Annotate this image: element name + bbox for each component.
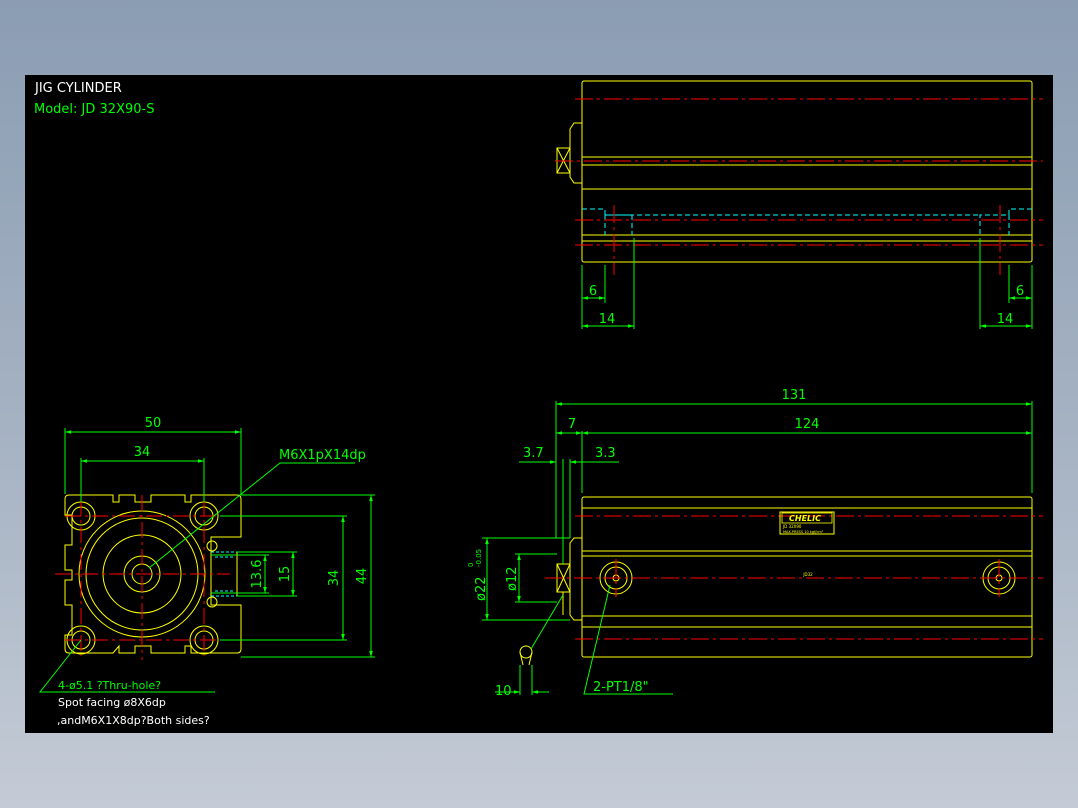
dim-14-left: 14: [599, 312, 616, 327]
drawing-title: JIG CYLINDER: [34, 81, 122, 96]
cad-viewport[interactable]: JIG CYLINDER Model: JD 32X90-S 6 14 6 14…: [25, 75, 1053, 733]
dim-14-right: 14: [997, 312, 1014, 327]
front-view: 50 34 44 34 15 13.6 M6X1pX14dp 4-ø5.1 ?T…: [38, 416, 375, 727]
port-callout: 2-PT1/8": [593, 680, 649, 695]
nameplate-pressure: MAX.PRESS 10 kgf/cm²: [783, 530, 824, 534]
note-line-1: 4-ø5.1 ?Thru-hole?: [58, 679, 161, 692]
dim-6-left: 6: [589, 284, 597, 299]
dim-34-vertical: 34: [327, 570, 342, 587]
note-line-3: ,andM6X1X8dp?Both sides?: [57, 714, 210, 727]
dim-15: 15: [278, 566, 293, 583]
dim-50: 50: [145, 416, 162, 431]
nameplate: CHELIC JD 32X90 MAX.PRESS 10 kgf/cm² JD3…: [779, 511, 835, 577]
model-label: Model: JD 32X90-S: [34, 102, 154, 117]
brand-label: CHELIC: [789, 514, 821, 523]
dim-131: 131: [782, 388, 807, 403]
boss-tol-upper: 0: [467, 563, 475, 567]
cad-drawing: JIG CYLINDER Model: JD 32X90-S 6 14 6 14…: [34, 80, 1043, 727]
rod-thread-callout: M6X1pX14dp: [279, 448, 366, 463]
dim-3-7: 3.7: [523, 446, 544, 461]
dim-124: 124: [795, 417, 820, 432]
dim-3-3: 3.3: [595, 446, 616, 461]
dim-rod-dia: ø12: [505, 567, 520, 592]
dim-6-right: 6: [1016, 284, 1024, 299]
boss-tol-lower: -0.05: [475, 549, 483, 567]
nameplate-model: JD 32X90: [782, 524, 802, 529]
dim-44: 44: [355, 568, 370, 585]
dim-7: 7: [568, 417, 576, 432]
dim-boss-dia: ø22: [474, 577, 489, 602]
side-view: CHELIC JD 32X90 MAX.PRESS 10 kgf/cm² JD3…: [467, 388, 1043, 699]
dim-10: 10: [495, 684, 512, 699]
dim-34-horizontal: 34: [134, 445, 151, 460]
dim-13-6: 13.6: [250, 560, 265, 589]
note-line-2: Spot facing ø8X6dp: [58, 696, 166, 709]
center-mark: JD32: [802, 572, 813, 577]
top-view: 6 14 6 14: [555, 80, 1043, 329]
